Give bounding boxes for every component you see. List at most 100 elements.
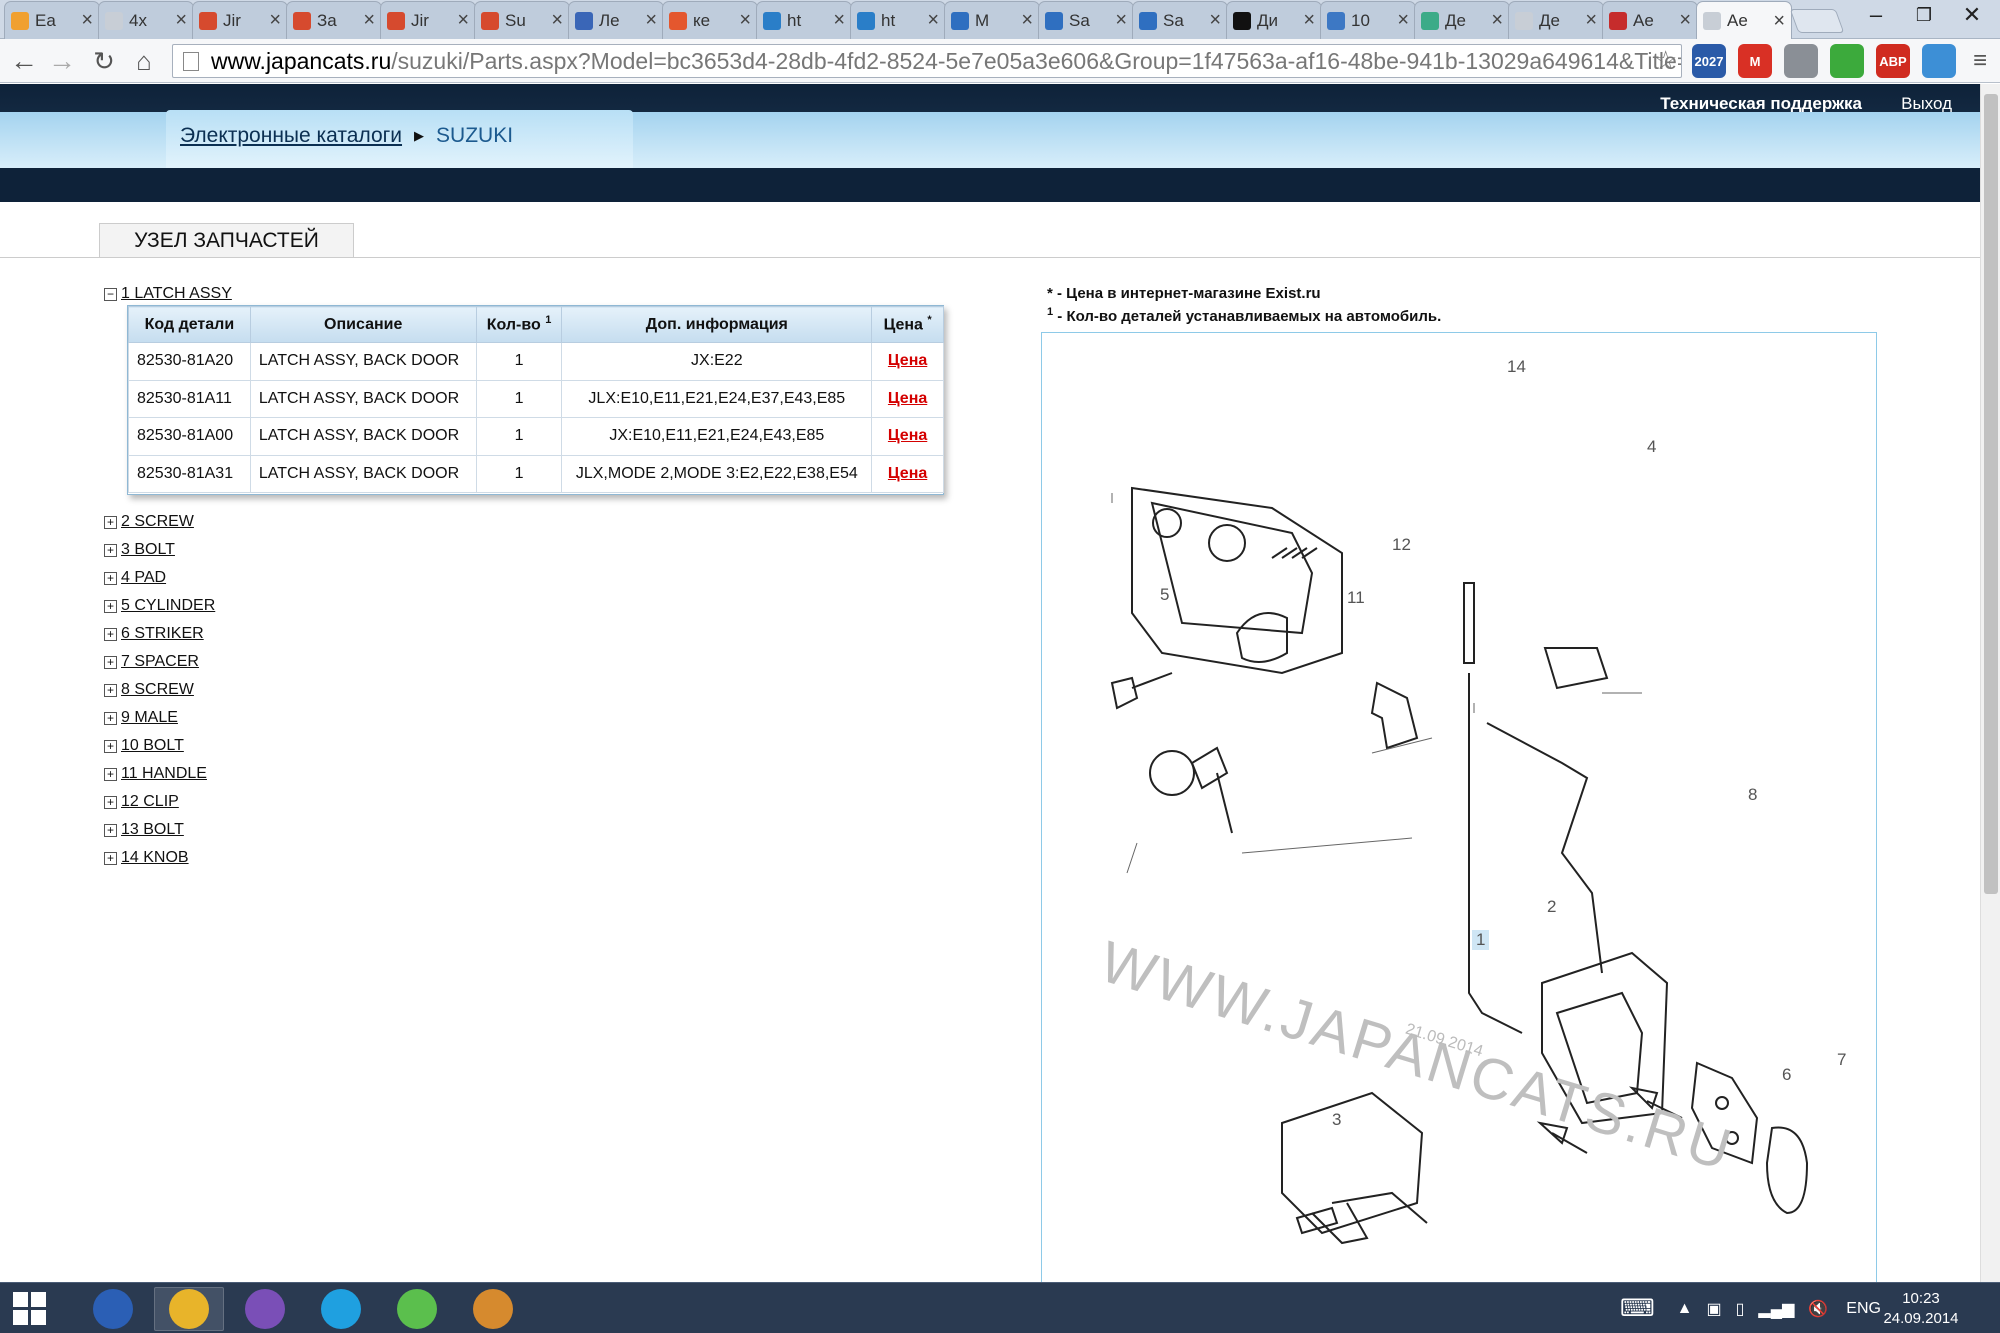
clock[interactable]: 10:23 24.09.2014 bbox=[1876, 1289, 1966, 1329]
breadcrumb-catalogs-link[interactable]: Электронные каталоги bbox=[180, 124, 402, 147]
expand-icon[interactable]: + bbox=[104, 627, 117, 641]
drive-icon[interactable] bbox=[1922, 44, 1956, 78]
paint-app[interactable] bbox=[458, 1287, 528, 1331]
signal-icon[interactable]: ▂▄▆ bbox=[1758, 1299, 1794, 1319]
address-bar[interactable]: www.japancats.ru/suzuki/Parts.aspx?Model… bbox=[172, 44, 1682, 78]
browser-tab[interactable]: ht × bbox=[850, 1, 946, 39]
browser-tab[interactable]: Ae × bbox=[1602, 1, 1698, 39]
expand-icon[interactable]: + bbox=[104, 739, 117, 753]
price-link[interactable]: Цена bbox=[888, 390, 927, 407]
browser-tab[interactable]: Su × bbox=[474, 1, 570, 39]
tree-node-label[interactable]: 4 PAD bbox=[121, 569, 166, 587]
collapse-icon[interactable]: − bbox=[104, 287, 117, 301]
tree-node[interactable]: +13 BOLT bbox=[104, 816, 232, 844]
tab-close-icon[interactable]: × bbox=[927, 9, 939, 32]
expand-icon[interactable]: + bbox=[104, 515, 117, 529]
expand-icon[interactable]: + bbox=[104, 711, 117, 725]
browser-tab[interactable]: 10 × bbox=[1320, 1, 1416, 39]
tool-app[interactable] bbox=[382, 1287, 452, 1331]
volume-muted-icon[interactable]: 🔇 bbox=[1808, 1299, 1828, 1319]
close-window-icon[interactable]: ✕ bbox=[1948, 2, 1996, 28]
reload-icon[interactable]: ↻ bbox=[86, 43, 122, 79]
viber-app[interactable] bbox=[230, 1287, 300, 1331]
tab-close-icon[interactable]: × bbox=[1303, 9, 1315, 32]
tree-node[interactable]: +2 SCREW bbox=[104, 508, 232, 536]
tab-close-icon[interactable]: × bbox=[1679, 9, 1691, 32]
green-ext-icon[interactable] bbox=[1830, 44, 1864, 78]
bookmark-star-icon[interactable]: ☆ bbox=[1654, 45, 1677, 76]
tab-close-icon[interactable]: × bbox=[1491, 9, 1503, 32]
tab-close-icon[interactable]: × bbox=[1773, 10, 1785, 33]
tree-node[interactable]: +11 HANDLE bbox=[104, 760, 232, 788]
browser-tab[interactable]: Ae × bbox=[1696, 1, 1792, 40]
tab-close-icon[interactable]: × bbox=[363, 9, 375, 32]
tree-node-label[interactable]: 8 SCREW bbox=[121, 681, 194, 699]
save-app[interactable] bbox=[78, 1287, 148, 1331]
chrome-app[interactable] bbox=[154, 1287, 224, 1331]
tab-close-icon[interactable]: × bbox=[1209, 9, 1221, 32]
tab-close-icon[interactable]: × bbox=[1585, 9, 1597, 32]
menu-icon[interactable]: ≡ bbox=[1962, 43, 1998, 79]
tree-node-label[interactable]: 14 KNOB bbox=[121, 849, 189, 867]
tab-close-icon[interactable]: × bbox=[833, 9, 845, 32]
extension-2027-icon[interactable]: 2027 bbox=[1692, 44, 1726, 78]
expand-icon[interactable]: + bbox=[104, 599, 117, 613]
price-link[interactable]: Цена bbox=[888, 352, 927, 369]
back-icon[interactable]: ← bbox=[6, 43, 42, 79]
tree-node-label[interactable]: 5 CYLINDER bbox=[121, 597, 215, 615]
price-link[interactable]: Цена bbox=[888, 465, 927, 482]
tree-node-label[interactable]: 10 BOLT bbox=[121, 737, 184, 755]
tree-node[interactable]: +9 MALE bbox=[104, 704, 232, 732]
browser-tab[interactable]: ке × bbox=[662, 1, 758, 39]
tree-node[interactable]: +7 SPACER bbox=[104, 648, 232, 676]
tray-arrow-icon[interactable]: ▲ bbox=[1677, 1300, 1693, 1318]
tree-node[interactable]: +4 PAD bbox=[104, 564, 232, 592]
tree-node-label[interactable]: 2 SCREW bbox=[121, 513, 194, 531]
expand-icon[interactable]: + bbox=[104, 795, 117, 809]
expand-icon[interactable]: + bbox=[104, 655, 117, 669]
tab-close-icon[interactable]: × bbox=[81, 9, 93, 32]
tree-node[interactable]: +5 CYLINDER bbox=[104, 592, 232, 620]
tab-close-icon[interactable]: × bbox=[457, 9, 469, 32]
start-button[interactable] bbox=[0, 1287, 60, 1331]
tree-node-label[interactable]: 3 BOLT bbox=[121, 541, 175, 559]
skype-app[interactable] bbox=[306, 1287, 376, 1331]
new-tab-button[interactable] bbox=[1789, 9, 1845, 33]
adblock-icon[interactable]: ABP bbox=[1876, 44, 1910, 78]
browser-tab[interactable]: Sa × bbox=[1132, 1, 1228, 39]
browser-tab[interactable]: Ле × bbox=[568, 1, 664, 39]
tree-node-label[interactable]: 13 BOLT bbox=[121, 821, 184, 839]
tree-node[interactable]: +12 CLIP bbox=[104, 788, 232, 816]
network-app-icon[interactable]: ▣ bbox=[1706, 1299, 1721, 1319]
browser-tab[interactable]: M × bbox=[944, 1, 1040, 39]
tree-node[interactable]: −1 LATCH ASSY bbox=[104, 280, 232, 308]
tree-node-label[interactable]: 9 MALE bbox=[121, 709, 178, 727]
page-scrollbar[interactable] bbox=[1980, 84, 2000, 1282]
price-link[interactable]: Цена bbox=[888, 427, 927, 444]
expand-icon[interactable]: + bbox=[104, 683, 117, 697]
support-link[interactable]: Техническая поддержка bbox=[1660, 94, 1862, 114]
browser-tab[interactable]: Де × bbox=[1508, 1, 1604, 39]
tab-close-icon[interactable]: × bbox=[175, 9, 187, 32]
browser-tab[interactable]: Jir × bbox=[380, 1, 476, 39]
maximize-icon[interactable]: ❐ bbox=[1900, 5, 1948, 26]
expand-icon[interactable]: + bbox=[104, 543, 117, 557]
tab-close-icon[interactable]: × bbox=[739, 9, 751, 32]
scrollbar-thumb[interactable] bbox=[1984, 94, 1998, 894]
forward-icon[interactable]: → bbox=[44, 43, 80, 79]
tree-node-label[interactable]: 6 STRIKER bbox=[121, 625, 204, 643]
tree-node[interactable]: +8 SCREW bbox=[104, 676, 232, 704]
browser-tab[interactable]: ht × bbox=[756, 1, 852, 39]
browser-tab[interactable]: За × bbox=[286, 1, 382, 39]
printer-icon[interactable] bbox=[1784, 44, 1818, 78]
logout-link[interactable]: Выход bbox=[1901, 94, 1952, 114]
home-icon[interactable]: ⌂ bbox=[126, 43, 162, 79]
tree-node[interactable]: +14 KNOB bbox=[104, 844, 232, 872]
tab-close-icon[interactable]: × bbox=[1115, 9, 1127, 32]
gmail-icon[interactable]: M bbox=[1738, 44, 1772, 78]
tree-node[interactable]: +6 STRIKER bbox=[104, 620, 232, 648]
expand-icon[interactable]: + bbox=[104, 767, 117, 781]
browser-tab[interactable]: 4x × bbox=[98, 1, 194, 39]
tab-close-icon[interactable]: × bbox=[1397, 9, 1409, 32]
tab-close-icon[interactable]: × bbox=[1021, 9, 1033, 32]
